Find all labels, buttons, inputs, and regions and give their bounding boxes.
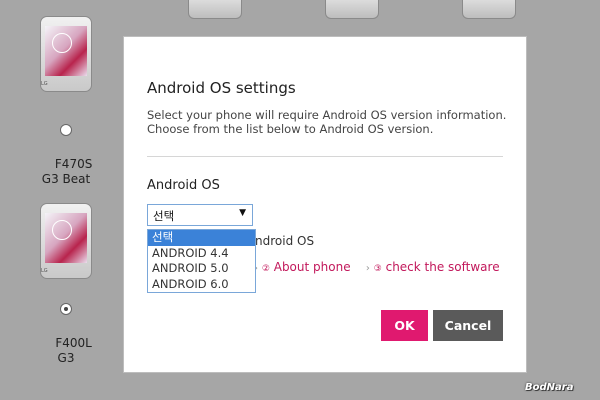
phone-image: [462, 0, 516, 19]
radio-button[interactable]: [60, 303, 72, 315]
watermark: BodNara: [525, 382, 574, 393]
android-os-label: Android OS: [147, 178, 220, 193]
phone-image: LG: [40, 16, 92, 92]
hint-text: ndroid OS: [255, 234, 315, 248]
divider: [147, 156, 503, 157]
phone-image: [325, 0, 379, 19]
chevron-down-icon: ▼: [239, 208, 246, 218]
lg-logo: LG: [41, 81, 48, 87]
arrow-icon: ›: [365, 263, 370, 274]
clock-icon: [52, 33, 72, 53]
step-about-phone: About phone: [273, 260, 351, 274]
clock-icon: [52, 220, 72, 240]
dropdown-option[interactable]: ANDROID 4.4: [148, 246, 255, 262]
step-number: ②: [261, 264, 270, 274]
dialog-description: Select your phone will require Android O…: [147, 108, 507, 136]
android-os-select[interactable]: 선택 ▼: [147, 204, 253, 226]
lg-logo: LG: [41, 268, 48, 274]
phone-model: F400L G3: [55, 336, 92, 365]
radio-button[interactable]: [60, 124, 72, 136]
steps-guide: › ② About phone › ③ check the software: [254, 260, 500, 274]
android-os-dropdown-list: 선택 ANDROID 4.4 ANDROID 5.0 ANDROID 6.0: [147, 229, 256, 293]
cancel-button[interactable]: Cancel: [433, 310, 503, 341]
phone-model: F470S G3 Beat: [41, 157, 93, 186]
phone-tile-left-2[interactable]: LG F400L G3: [40, 203, 92, 365]
select-value: 선택: [153, 209, 175, 223]
dropdown-option[interactable]: 선택: [148, 230, 255, 246]
phone-tile-top-1[interactable]: LG F470S G3 Beat: [40, 16, 92, 186]
dialog-title: Android OS settings: [147, 79, 296, 97]
android-os-settings-dialog: Android OS settings Select your phone wi…: [124, 37, 526, 372]
dropdown-option[interactable]: ANDROID 5.0: [148, 261, 255, 277]
phone-image: LG: [40, 203, 92, 279]
dropdown-option[interactable]: ANDROID 6.0: [148, 277, 255, 293]
step-number: ③: [373, 264, 382, 274]
step-check-software: check the software: [385, 260, 500, 274]
ok-button[interactable]: OK: [381, 310, 428, 341]
phone-image: [188, 0, 242, 19]
